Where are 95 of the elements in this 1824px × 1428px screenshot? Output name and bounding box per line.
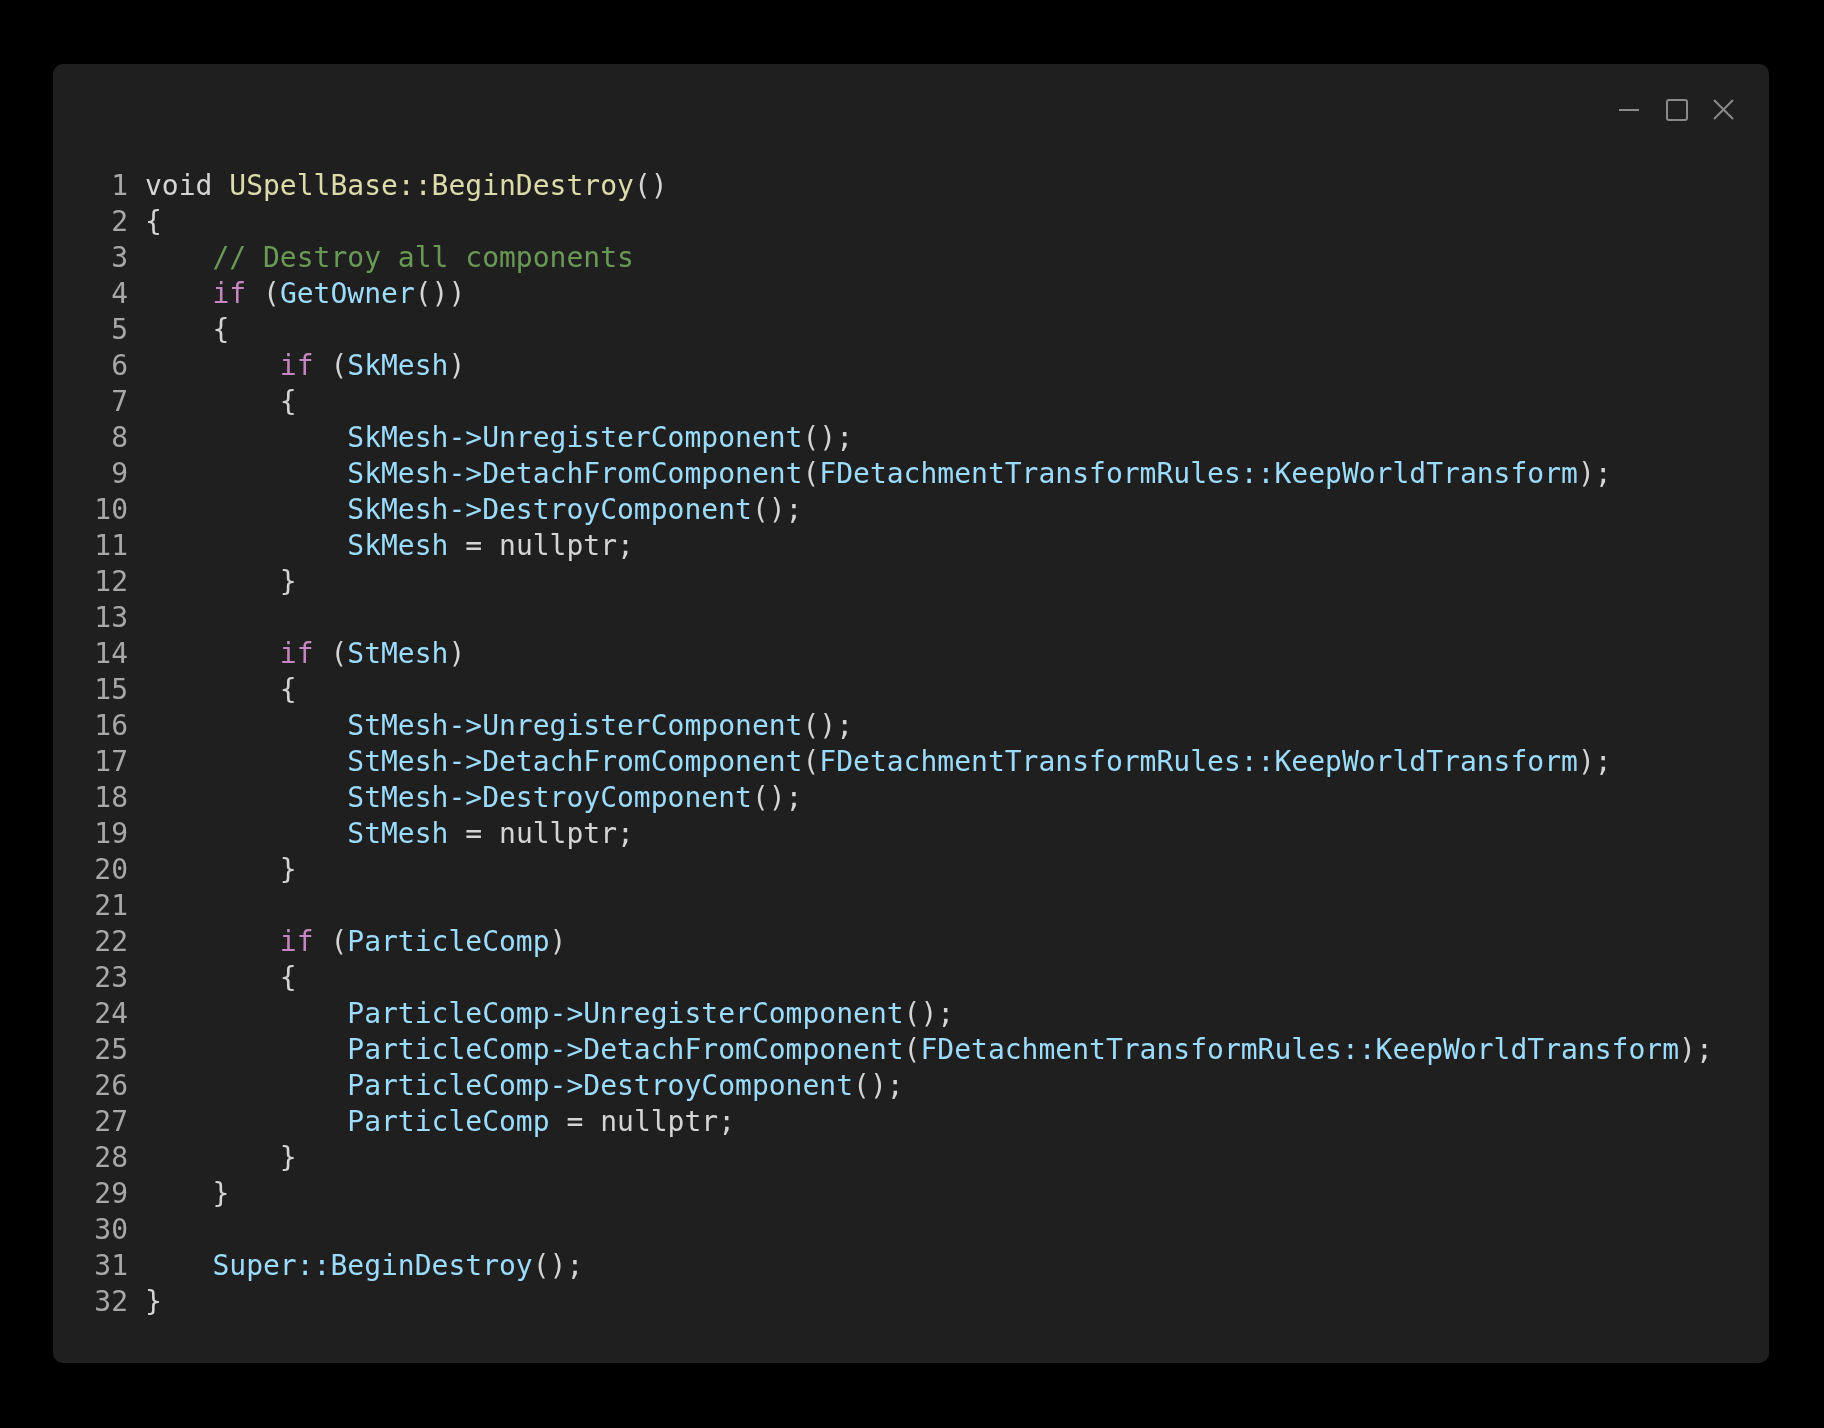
- line-number: 4: [110, 276, 128, 312]
- line-number: 30: [94, 1212, 128, 1248]
- line-number: 21: [94, 888, 128, 924]
- code-token: }: [279, 1140, 297, 1176]
- code-token: );: [1679, 1032, 1713, 1068]
- code-token: ): [549, 924, 567, 960]
- code-token: SkMesh->UnregisterComponent: [347, 420, 803, 456]
- code-token: {: [145, 204, 162, 240]
- code-token: if: [279, 348, 314, 384]
- line-number: 11: [94, 528, 128, 564]
- line-number: 7: [110, 384, 128, 420]
- line-number: 15: [94, 672, 128, 708]
- line-number: 23: [94, 960, 128, 996]
- code-token: StMesh->UnregisterComponent: [347, 708, 803, 744]
- line-number: 5: [110, 312, 128, 348]
- line-number: 31: [94, 1248, 128, 1284]
- line-number: 13: [94, 600, 128, 636]
- line-number: 27: [94, 1104, 128, 1140]
- code-token: void: [145, 168, 214, 204]
- code-token: ();: [903, 996, 955, 1032]
- code-token: {: [212, 312, 230, 348]
- code-token: (): [633, 168, 668, 204]
- code-token: FDetachmentTransformRules::KeepWorldTransform: [819, 456, 1578, 492]
- line-number: 22: [94, 924, 128, 960]
- code-token: StMesh: [347, 636, 449, 672]
- code-token: ParticleComp: [347, 924, 550, 960]
- line-number: 17: [94, 744, 128, 780]
- code-token: SkMesh: [347, 528, 449, 564]
- code-token: GetOwner: [279, 276, 415, 312]
- code-comment: // Destroy all components: [212, 240, 634, 276]
- line-number: 10: [94, 492, 128, 528]
- line-number: 8: [110, 420, 128, 456]
- code-token: ): [448, 348, 466, 384]
- code-token: ();: [853, 1068, 904, 1104]
- code-token: if: [279, 636, 314, 672]
- code-token: Super::BeginDestroy: [212, 1248, 533, 1284]
- code-token: = nullptr;: [464, 816, 634, 852]
- code-token: = nullptr;: [565, 1104, 736, 1140]
- code-token: ();: [802, 708, 854, 744]
- code-token: }: [279, 852, 297, 888]
- line-number: 3: [110, 240, 128, 276]
- code-token: );: [1577, 456, 1612, 492]
- code-token: ParticleComp->UnregisterComponent: [347, 996, 904, 1032]
- code-token: {: [279, 384, 297, 420]
- line-number: 16: [94, 708, 128, 744]
- code-token: ();: [751, 492, 803, 528]
- line-number: 9: [110, 456, 128, 492]
- code-token: (: [802, 744, 820, 780]
- line-number: 19: [94, 816, 128, 852]
- code-token: (: [802, 456, 820, 492]
- code-token: (: [262, 276, 280, 312]
- code-token: ();: [802, 420, 854, 456]
- code-token: if: [279, 924, 314, 960]
- code-token: SkMesh: [347, 348, 449, 384]
- line-number: 2: [110, 204, 128, 240]
- code-token: FDetachmentTransformRules::KeepWorldTransform: [819, 744, 1578, 780]
- code-token: ): [448, 636, 466, 672]
- code-token: StMesh->DestroyComponent: [347, 780, 752, 816]
- code-token: = nullptr;: [464, 528, 634, 564]
- code-token: USpellBase::BeginDestroy: [229, 168, 634, 204]
- code-token: ParticleComp->DetachFromComponent: [347, 1032, 904, 1068]
- code-token: (: [329, 636, 348, 672]
- code-token: }: [279, 564, 297, 600]
- code-token: ParticleComp->DestroyComponent: [347, 1068, 854, 1104]
- line-number: 14: [94, 636, 128, 672]
- code-token: SkMesh->DestroyComponent: [347, 492, 752, 528]
- code-token: {: [279, 960, 297, 996]
- code-token: ()): [414, 276, 466, 312]
- line-number: 25: [94, 1032, 128, 1068]
- code-token: StMesh->DetachFromComponent: [347, 744, 803, 780]
- code-token: }: [145, 1284, 162, 1320]
- code-token: if: [212, 276, 247, 312]
- code-token: ParticleComp: [347, 1104, 550, 1140]
- line-number: 26: [94, 1068, 128, 1104]
- line-number: 18: [94, 780, 128, 816]
- line-number: 12: [94, 564, 128, 600]
- code-token: {: [279, 672, 297, 708]
- code-token: (: [329, 924, 348, 960]
- code-token: (: [329, 348, 348, 384]
- code-token: }: [212, 1176, 230, 1212]
- code-token: );: [1577, 744, 1612, 780]
- line-number: 6: [110, 348, 128, 384]
- code-token: FDetachmentTransformRules::KeepWorldTransform: [920, 1032, 1680, 1068]
- maximize-icon[interactable]: [1663, 97, 1690, 123]
- code-token: (: [903, 1032, 921, 1068]
- code-token: SkMesh->DetachFromComponent: [347, 456, 803, 492]
- code-token: ();: [751, 780, 803, 816]
- line-number: 20: [94, 852, 128, 888]
- code-token: ();: [532, 1248, 584, 1284]
- line-number: 1: [110, 168, 128, 204]
- line-number: 28: [94, 1140, 128, 1176]
- line-number: 32: [94, 1284, 128, 1320]
- code-token: StMesh: [347, 816, 449, 852]
- line-number: 24: [94, 996, 128, 1032]
- line-number: 29: [94, 1176, 128, 1212]
